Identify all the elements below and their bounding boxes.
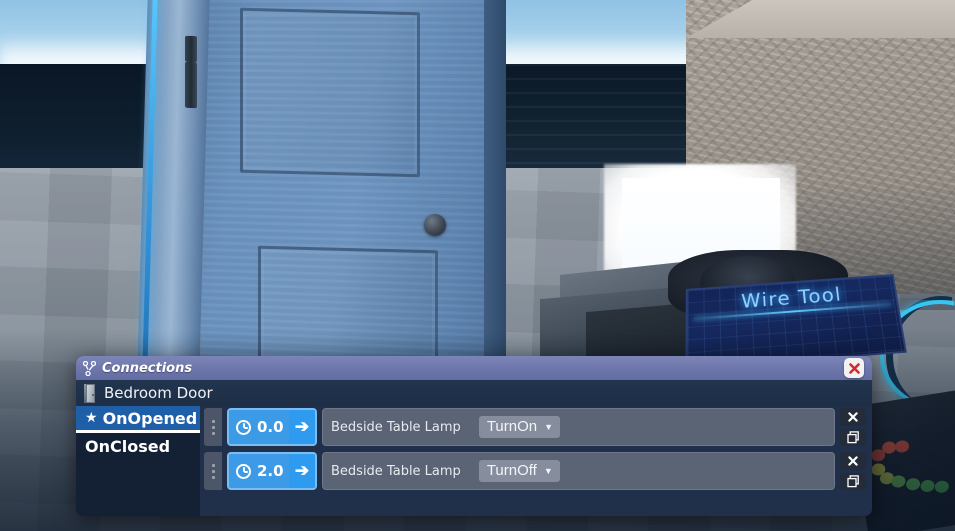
delay-field[interactable]: 2.0 ➔ (227, 452, 317, 490)
drag-handle-icon[interactable] (204, 452, 222, 490)
connections-panel: Connections Bedroom Door ★ OnOpened OnCl… (76, 356, 872, 516)
event-label: OnOpened (102, 408, 198, 428)
row-actions (840, 452, 866, 490)
arrow-right-icon: ➔ (289, 454, 315, 488)
clock-icon (236, 463, 251, 479)
event-item-onclosed[interactable]: OnClosed (76, 433, 200, 460)
target-name: Bedside Table Lamp (331, 419, 461, 435)
door-icon (84, 383, 96, 403)
door-edge (484, 0, 506, 379)
close-panel-button[interactable] (844, 358, 864, 378)
event-label: OnClosed (85, 437, 171, 456)
subject-name: Bedroom Door (104, 384, 213, 402)
event-item-onopened[interactable]: ★ OnOpened (76, 406, 200, 433)
connection-rows: 0.0 ➔ Bedside Table Lamp TurnOn ▼ 2.0 ➔ … (200, 406, 872, 516)
delete-connection-button[interactable] (840, 408, 866, 426)
delay-value: 2.0 (257, 462, 284, 480)
chevron-down-icon: ▼ (543, 465, 553, 476)
door-hinge-bottom (185, 81, 197, 109)
door-panel-upper (240, 7, 420, 178)
drag-handle-icon[interactable] (204, 408, 222, 446)
copy-icon (846, 430, 859, 443)
action-label: TurnOn (486, 418, 538, 435)
delete-connection-button[interactable] (840, 452, 866, 470)
target-field[interactable]: Bedside Table Lamp TurnOff ▼ (322, 452, 835, 490)
target-name: Bedside Table Lamp (331, 463, 461, 479)
action-dropdown[interactable]: TurnOff ▼ (478, 460, 560, 482)
star-icon: ★ (85, 410, 98, 426)
arrow-right-icon: ➔ (289, 410, 315, 444)
connection-node-icon (83, 360, 96, 376)
delay-field[interactable]: 0.0 ➔ (227, 408, 317, 446)
chevron-down-icon: ▼ (544, 421, 554, 432)
duplicate-connection-button[interactable] (840, 428, 866, 446)
duplicate-connection-button[interactable] (840, 472, 866, 490)
close-x-icon (848, 456, 858, 466)
close-x-icon (848, 412, 858, 422)
action-label: TurnOff (486, 462, 537, 479)
panel-body: ★ OnOpened OnClosed 0.0 ➔ Bedside Table … (76, 406, 872, 516)
delay-value: 0.0 (257, 418, 284, 436)
clock-icon (236, 419, 251, 435)
door-knob (424, 214, 446, 236)
subject-row: Bedroom Door (76, 380, 872, 406)
action-dropdown[interactable]: TurnOn ▼ (478, 416, 561, 438)
row-actions (840, 408, 866, 446)
connection-row: 0.0 ➔ Bedside Table Lamp TurnOn ▼ (204, 408, 872, 446)
event-list: ★ OnOpened OnClosed (76, 406, 200, 516)
door-hinge-top (185, 35, 197, 63)
door-hinge-middle (185, 61, 197, 85)
connection-row: 2.0 ➔ Bedside Table Lamp TurnOff ▼ (204, 452, 872, 490)
panel-title: Connections (102, 360, 193, 376)
target-field[interactable]: Bedside Table Lamp TurnOn ▼ (322, 408, 835, 446)
panel-titlebar[interactable]: Connections (76, 356, 872, 380)
copy-icon (846, 474, 859, 487)
close-x-icon (848, 362, 860, 374)
